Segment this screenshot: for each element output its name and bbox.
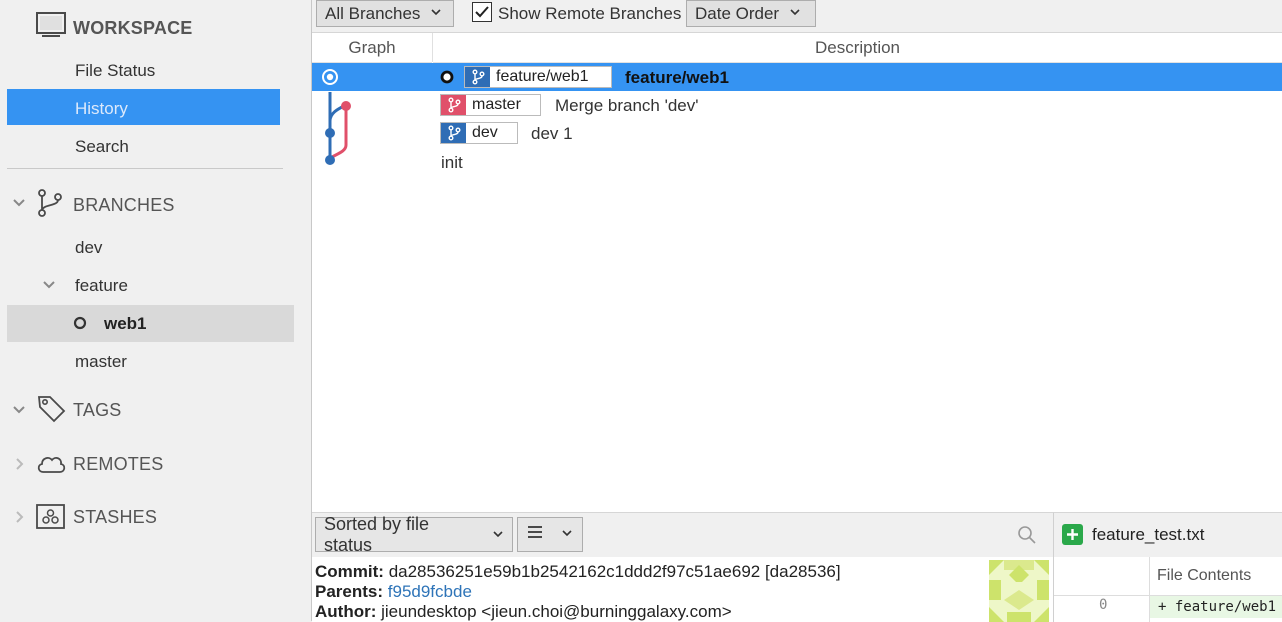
branch-filter-dropdown[interactable]: All Branches <box>316 0 454 27</box>
branch-tag-dev[interactable]: dev <box>440 122 518 144</box>
author-label: Author: <box>315 602 377 621</box>
stashes-title: STASHES <box>73 506 158 527</box>
sort-dropdown[interactable]: Sorted by file status <box>315 514 513 555</box>
view-mode-dropdown[interactable] <box>517 517 583 552</box>
sidebar-item-history[interactable] <box>7 89 280 125</box>
commit-hash: da28536251e59b1b2542162c1ddd2f97c51ae692… <box>388 562 841 581</box>
added-line: + feature/web1 <box>1150 596 1282 618</box>
search-icon[interactable] <box>1017 525 1037 550</box>
show-remote-checkbox[interactable] <box>472 2 492 22</box>
head-indicator-icon <box>440 70 454 89</box>
author-line: Author: jieundesktop <jieun.choi@burning… <box>315 602 732 622</box>
history-toolbar: All Branches Show Remote Branches Date O… <box>312 0 1282 32</box>
sidebar-branch-feature[interactable]: feature <box>75 276 128 296</box>
tags-header[interactable]: TAGS <box>0 395 300 425</box>
branch-tag-master[interactable]: master <box>440 94 541 116</box>
branch-icon <box>441 95 466 115</box>
branch-tag-feature-web1[interactable]: feature/web1 <box>464 66 612 88</box>
sidebar-branch-web1[interactable] <box>7 305 294 342</box>
cloud-icon <box>36 452 66 481</box>
workspace-title: WORKSPACE <box>73 17 193 38</box>
file-contents-label: File Contents <box>1157 567 1252 584</box>
list-icon <box>527 525 543 544</box>
chevron-down-icon[interactable] <box>12 403 26 417</box>
branch-filter-value: All Branches <box>325 3 421 23</box>
sidebar-item-file-status[interactable]: File Status <box>75 61 155 81</box>
remotes-header[interactable]: REMOTES <box>0 450 300 478</box>
sidebar: WORKSPACE File Status History Search BRA… <box>0 0 311 621</box>
sort-value: Sorted by file status <box>324 513 430 555</box>
author-value: jieundesktop <jieun.choi@burninggalaxy.c… <box>381 602 732 621</box>
order-dropdown[interactable]: Date Order <box>686 0 816 27</box>
branches-title: BRANCHES <box>73 194 175 215</box>
file-name: feature_test.txt <box>1092 525 1205 544</box>
line-number: 0 <box>1099 597 1108 613</box>
branch-tag-label: feature/web1 <box>496 68 589 85</box>
column-header-graph[interactable]: Graph <box>312 33 432 63</box>
current-branch-icon <box>73 316 87 335</box>
commit-details-panel: Sorted by file status Commit: da28536251… <box>312 512 1053 622</box>
chevron-down-icon <box>789 6 801 21</box>
file-added-icon <box>1062 524 1083 550</box>
sidebar-item-search[interactable]: Search <box>75 137 129 157</box>
sidebar-branch-master[interactable]: master <box>75 352 127 372</box>
stashes-header[interactable]: STASHES <box>0 503 300 531</box>
sidebar-branch-dev[interactable]: dev <box>75 238 102 258</box>
branch-tag-label: master <box>472 96 521 113</box>
commit-graph-lines <box>322 69 351 165</box>
commit-message: dev 1 <box>531 124 573 143</box>
show-remote-label[interactable]: Show Remote Branches <box>498 4 681 24</box>
commit-message[interactable]: init <box>441 153 463 173</box>
chevron-down-icon <box>492 524 504 545</box>
branch-tag-label: dev <box>472 124 498 141</box>
sidebar-divider <box>7 168 283 169</box>
avatar <box>989 560 1049 622</box>
commit-graph-panel: Graph Description feature/web1 feature/w… <box>312 32 1282 513</box>
remotes-title: REMOTES <box>73 453 164 474</box>
parents-label: Parents: <box>315 582 384 601</box>
tag-icon <box>36 393 66 428</box>
file-diff-panel: feature_test.txt File Contents 0 + featu… <box>1053 512 1282 622</box>
chevron-down-icon[interactable] <box>12 196 26 210</box>
branch-icon <box>36 188 64 223</box>
commit-label: Commit: <box>315 562 384 581</box>
commit-hash-line: Commit: da28536251e59b1b2542162c1ddd2f97… <box>315 562 841 582</box>
order-value: Date Order <box>695 3 780 23</box>
chevron-down-icon <box>430 6 442 21</box>
file-contents: File Contents 0 + feature/web1 <box>1054 557 1282 622</box>
chevron-right-icon[interactable] <box>12 510 26 524</box>
sidebar-item-history-label: History <box>75 99 128 118</box>
parent-hash-link[interactable]: f95d9fcbde <box>388 582 472 601</box>
workspace-header[interactable]: WORKSPACE <box>0 11 300 45</box>
chevron-right-icon[interactable] <box>12 457 26 471</box>
branch-icon <box>441 123 466 143</box>
commit-info: Commit: da28536251e59b1b2542162c1ddd2f97… <box>312 557 1053 622</box>
column-header-description[interactable]: Description <box>433 33 1282 63</box>
commit-row-selected[interactable] <box>312 63 1282 91</box>
commit-message: feature/web1 <box>625 68 729 87</box>
chevron-down-icon <box>561 526 573 544</box>
branches-header[interactable]: BRANCHES <box>0 188 300 223</box>
parents-line: Parents: f95d9fcbde <box>315 582 472 602</box>
monitor-icon <box>36 11 68 45</box>
sidebar-branch-web1-label: web1 <box>104 314 147 333</box>
tags-title: TAGS <box>73 399 122 420</box>
commit-message: Merge branch 'dev' <box>555 96 699 115</box>
stash-icon <box>36 504 66 535</box>
branch-icon <box>465 67 490 87</box>
chevron-down-icon[interactable] <box>42 278 56 297</box>
